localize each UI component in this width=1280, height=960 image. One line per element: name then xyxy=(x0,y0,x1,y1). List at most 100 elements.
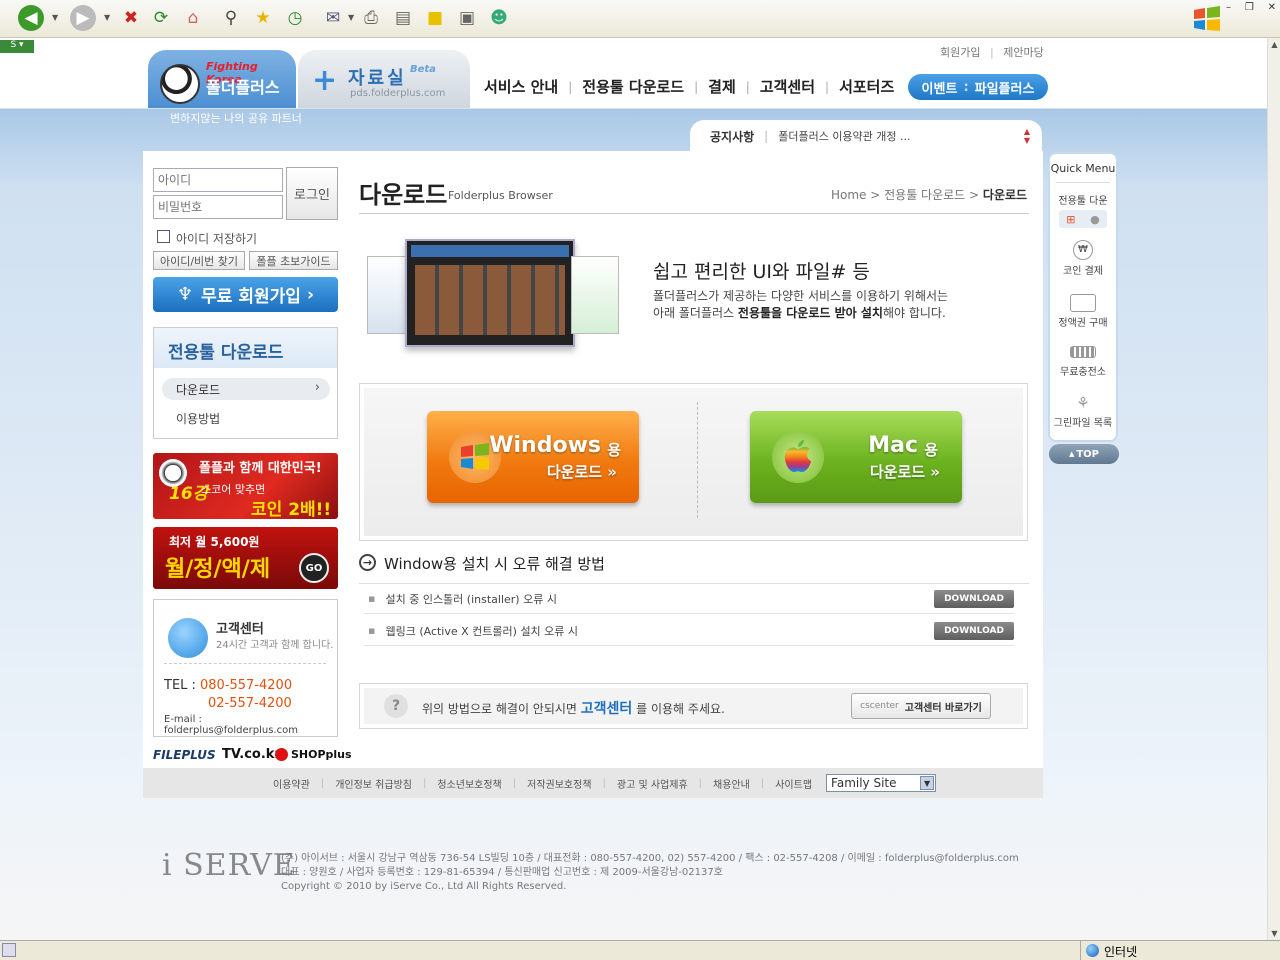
restore-icon[interactable]: ❐ xyxy=(1245,2,1254,16)
hero-line2-c: 해야 합니다. xyxy=(882,306,946,320)
refresh-icon[interactable]: ⟳ xyxy=(148,5,174,31)
messenger-icon[interactable]: ☻ xyxy=(486,5,512,31)
main-nav: 서비스 안내 | 전용툴 다운로드 | 결제 | 고객센터 | 서포터즈 xyxy=(484,76,894,97)
windows-download-button[interactable]: Windows 용 다운로드 » xyxy=(427,411,639,503)
quick-item-charge[interactable]: 무료충전소 xyxy=(1050,346,1116,378)
windows-label: Windows xyxy=(489,433,601,458)
hero-line2-bold: 전용툴을 다운로드 받아 설치 xyxy=(737,306,883,320)
edit-icon[interactable]: ▤ xyxy=(390,5,416,31)
nav-download[interactable]: 전용툴 다운로드 xyxy=(582,76,684,97)
divider xyxy=(359,213,1029,214)
page-indicator-icon: S ▾ xyxy=(0,40,34,53)
separator: : xyxy=(963,79,969,95)
quick-item-label: 코인 결제 xyxy=(1063,266,1103,277)
screenshot-grid xyxy=(415,265,565,335)
sidebar-item-download[interactable]: 다운로드 › xyxy=(162,378,330,400)
windows-suffix: 용 xyxy=(607,441,621,459)
arrow-up-icon: ▲ xyxy=(1068,450,1075,458)
sidebar-item-usage[interactable]: 이용방법 xyxy=(176,410,220,427)
top-button[interactable]: ▲ TOP xyxy=(1049,444,1119,464)
beginner-guide-button[interactable]: 폴플 초보가이드 xyxy=(249,251,338,270)
quick-item-tool-download[interactable]: 전용툴 다운 ⊞ ● xyxy=(1050,192,1116,228)
partner-shopplus[interactable]: SHOPplus xyxy=(291,748,352,761)
quick-item-greenfile[interactable]: ⚘ 그린파일 목록 xyxy=(1050,394,1116,429)
screenshot-thumb xyxy=(367,256,407,334)
scroll-down-icon[interactable]: ▼ xyxy=(1269,929,1280,938)
history-icon[interactable]: ◷ xyxy=(282,5,308,31)
footer-link-copyright[interactable]: 저작권보호정책 xyxy=(527,776,591,791)
notice-scroll-icon[interactable]: ▲ ▼ xyxy=(1024,127,1030,145)
apple-logo-icon xyxy=(772,431,824,483)
hero-line1: 폴더플러스가 제공하는 다양한 서비스를 이용하기 위해서는 xyxy=(653,289,949,303)
scroll-up-icon[interactable]: ▲ xyxy=(1269,40,1280,49)
footer-link-youth[interactable]: 청소년보호정책 xyxy=(437,776,501,791)
mail-dropdown-icon[interactable]: ▼ xyxy=(348,13,354,22)
find-account-button[interactable]: 아이디/비번 찾기 xyxy=(153,251,245,270)
search-icon[interactable]: ⚲ xyxy=(218,5,244,31)
favorites-star-icon[interactable]: ★ xyxy=(250,5,276,31)
screenshot-header xyxy=(411,245,569,257)
partner-tv[interactable]: TV.co.kr xyxy=(222,747,281,762)
family-site-select[interactable]: Family Site ▼ xyxy=(826,774,937,792)
quick-item-coin[interactable]: ₩ 코인 결제 xyxy=(1050,240,1116,277)
nav-payment[interactable]: 결제 xyxy=(708,76,736,97)
signup-link[interactable]: 회원가입 xyxy=(940,46,980,59)
notice-text[interactable]: 폴더플러스 이용약관 개정 ... xyxy=(778,128,910,144)
forward-dropdown-icon[interactable]: ▼ xyxy=(104,13,110,22)
help-box: ? 위의 방법으로 해결이 안되시면 고객센터 를 이용해 주세요. cscen… xyxy=(359,683,1028,729)
close-icon[interactable]: ✕ xyxy=(1268,2,1276,16)
footer-link-sitemap[interactable]: 사이트맵 xyxy=(775,776,812,791)
back-icon[interactable]: ◀ xyxy=(18,5,44,31)
installer-download-button[interactable]: DOWNLOAD xyxy=(934,589,1014,608)
id-input[interactable] xyxy=(153,168,283,192)
home-icon[interactable]: ⌂ xyxy=(180,5,206,31)
zone-label: 인터넷 xyxy=(1104,945,1138,959)
vertical-scrollbar[interactable]: ▲ ▼ xyxy=(1267,38,1280,940)
nav-supporters[interactable]: 서포터즈 xyxy=(839,76,894,97)
quick-item-pass[interactable]: 정액권 구매 xyxy=(1050,294,1116,329)
chevron-right-icon: › xyxy=(306,284,314,305)
research-icon[interactable]: ▣ xyxy=(454,5,480,31)
login-button[interactable]: 로그인 xyxy=(286,167,338,220)
breadcrumb-tool[interactable]: 전용툴 다운로드 xyxy=(884,188,965,202)
pds-tab[interactable]: + 자료실 Beta pds.folderplus.com xyxy=(298,50,470,108)
mac-suffix: 용 xyxy=(924,441,938,459)
forward-icon[interactable]: ▶ xyxy=(70,5,96,31)
folderplus-logo-tab[interactable]: Fighting Korea 폴더플러스 xyxy=(148,50,296,108)
fix-row-installer: ▪ 설치 중 인스톨러 (installer) 오류 시 DOWNLOAD xyxy=(364,584,1014,614)
help-cs-link[interactable]: 고객센터 xyxy=(581,701,633,717)
brand-ko: 폴더플러스 xyxy=(206,78,280,97)
activex-download-button[interactable]: DOWNLOAD xyxy=(934,621,1014,640)
mail-icon[interactable]: ✉ xyxy=(320,5,346,31)
back-dropdown-icon[interactable]: ▼ xyxy=(52,13,58,22)
footer-link-ads[interactable]: 광고 및 사업제휴 xyxy=(617,776,688,791)
tel-label: TEL : xyxy=(164,678,196,693)
footer-link-privacy[interactable]: 개인정보 취급방침 xyxy=(335,776,412,791)
separator: | xyxy=(698,777,703,789)
print-icon[interactable]: ⎙ xyxy=(358,5,384,31)
page-title: 다운로드 xyxy=(359,181,448,209)
worldcup-banner[interactable]: 폴플과 함께 대한민국! 16강 스코어 맞추면 코인 2배!! xyxy=(153,453,338,519)
password-input[interactable] xyxy=(153,195,283,219)
note-icon[interactable]: ■ xyxy=(422,5,448,31)
cs-shortcut-button[interactable]: cscenter 고객센터 바로가기 xyxy=(851,693,991,719)
nav-customer[interactable]: 고객센터 xyxy=(760,76,815,97)
footer-link-terms[interactable]: 이용약관 xyxy=(273,776,310,791)
event-fileplus-button[interactable]: 이벤트 : 파일플러스 xyxy=(908,74,1048,100)
breadcrumb-home[interactable]: Home xyxy=(831,188,866,202)
free-join-button[interactable]: ♆ 무료 회원가입 › xyxy=(153,277,338,312)
minimize-icon[interactable]: – xyxy=(1226,2,1231,16)
save-id-checkbox[interactable] xyxy=(157,230,170,243)
breadcrumb-current: 다운로드 xyxy=(982,188,1028,202)
suggestion-link[interactable]: 제안마당 xyxy=(1003,46,1043,59)
monthly-plan-banner[interactable]: 최저 월 5,600원 월/정/액/제 GO xyxy=(153,527,338,589)
bullet: ▪ xyxy=(368,624,376,637)
footer-link-careers[interactable]: 채용안내 xyxy=(713,776,750,791)
banner-plan: 월/정/액/제 xyxy=(165,557,271,582)
mac-download-button[interactable]: Mac 용 다운로드 » xyxy=(750,411,962,503)
partner-fileplus[interactable]: FILEPLUS xyxy=(153,748,216,762)
nav-service[interactable]: 서비스 안내 xyxy=(484,76,558,97)
nav-separator: | xyxy=(694,79,699,94)
cs-shortcut-en: cscenter xyxy=(860,701,899,711)
stop-icon[interactable]: ✖ xyxy=(118,5,144,31)
